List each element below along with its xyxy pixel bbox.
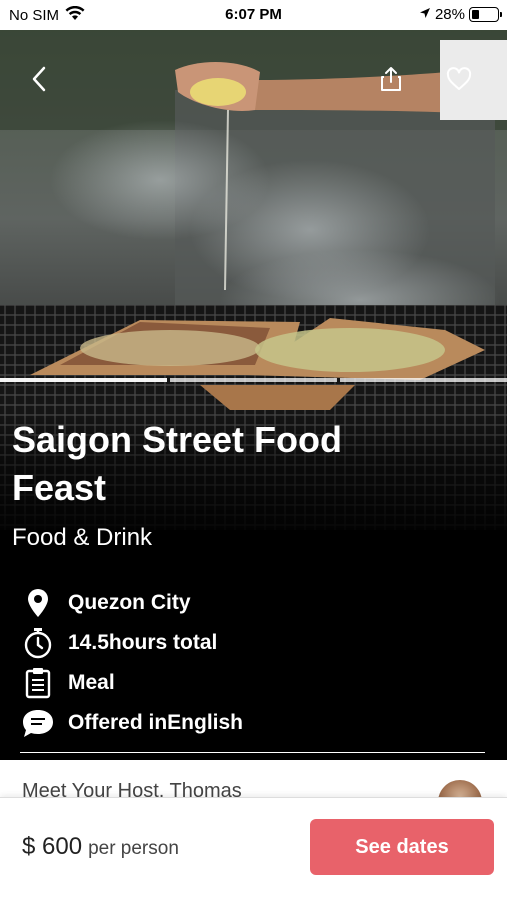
speech-bubble-icon [20, 705, 56, 741]
detail-includes: Meal [20, 663, 490, 703]
detail-duration: 14.5hours total [20, 623, 490, 663]
gallery-progress-segment [0, 378, 167, 382]
battery-icon [469, 7, 502, 22]
status-bar: No SIM 6:07 PM 28% [0, 0, 507, 30]
status-right: 28% [419, 6, 502, 23]
experience-title: Saigon Street Food Feast [12, 419, 343, 508]
gallery-progress [0, 378, 507, 382]
price: $ 600 per person [22, 833, 179, 861]
chevron-left-icon [32, 66, 46, 92]
share-icon [381, 67, 401, 91]
back-button[interactable] [24, 64, 54, 94]
location-arrow-icon [419, 6, 431, 23]
price-amount: $ 600 [22, 833, 83, 860]
share-button[interactable] [376, 64, 406, 94]
gallery-progress-segment [170, 378, 337, 382]
detail-duration-text: 14.5hours total [68, 631, 218, 654]
price-unit: per person [88, 838, 179, 859]
stopwatch-icon [20, 625, 56, 661]
favorite-button[interactable] [444, 64, 474, 94]
experience-hero: Saigon Street Food Feast Food & Drink Qu… [0, 30, 507, 760]
detail-location-text: Quezon City [68, 591, 191, 614]
gallery-progress-segment [340, 378, 507, 382]
host-section[interactable]: Meet Your Host, Thomas [0, 760, 507, 800]
detail-language: Offered inEnglish [20, 703, 490, 743]
battery-fill [472, 10, 479, 19]
booking-footer: $ 600 per person See dates [0, 797, 507, 900]
detail-location: Quezon City [20, 583, 490, 623]
experience-category: Food & Drink [12, 524, 153, 551]
experience-details: Quezon City 14.5hours total Meal Offered… [20, 583, 490, 743]
detail-includes-text: Meal [68, 671, 115, 694]
detail-language-text: Offered inEnglish [68, 711, 244, 734]
heart-icon [446, 67, 472, 90]
location-pin-icon [20, 585, 56, 621]
see-dates-button[interactable]: See dates [310, 819, 494, 875]
battery-percent: 28% [434, 6, 465, 23]
hero-divider [20, 752, 485, 753]
clipboard-icon [20, 665, 56, 701]
